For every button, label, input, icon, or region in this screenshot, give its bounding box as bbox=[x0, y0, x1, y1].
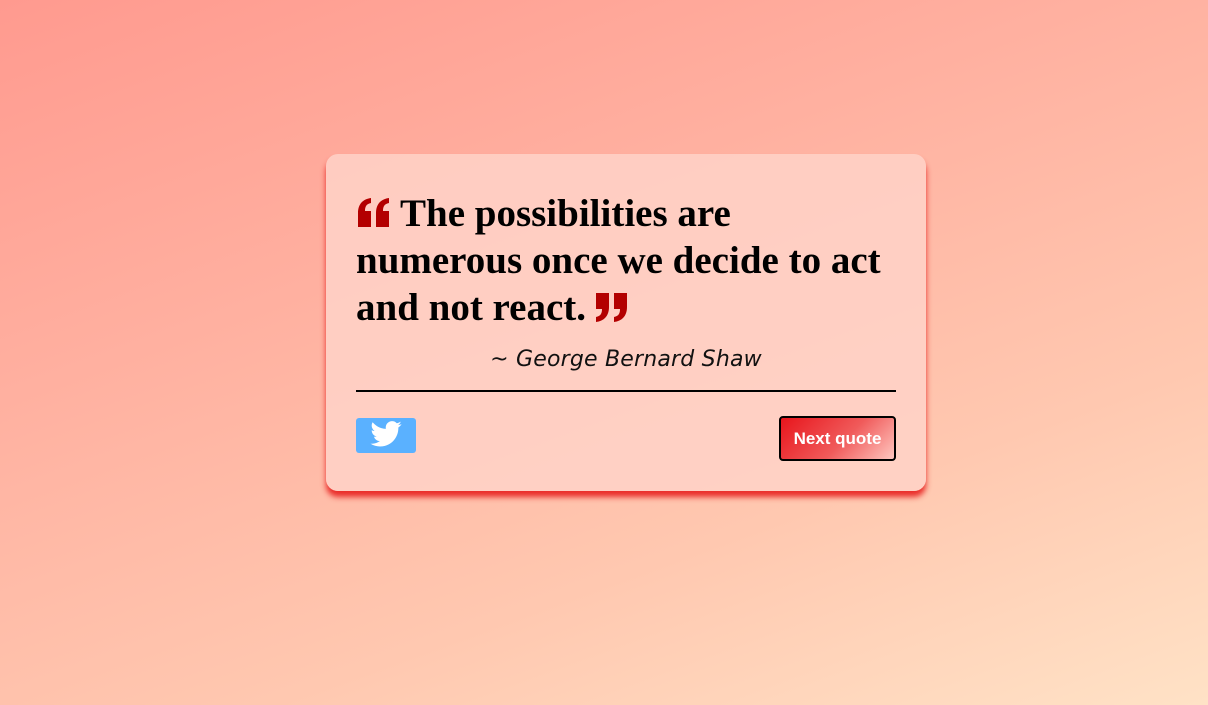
quote-block: The possibilities are numerous once we d… bbox=[356, 190, 901, 331]
quote-author: ~ George Bernard Shaw bbox=[490, 347, 762, 372]
tweet-button[interactable] bbox=[356, 418, 416, 453]
divider bbox=[356, 390, 896, 392]
quote-card: The possibilities are numerous once we d… bbox=[326, 154, 926, 491]
quote-right-icon bbox=[594, 291, 630, 323]
next-quote-button[interactable]: Next quote bbox=[779, 416, 896, 461]
quote-left-icon bbox=[356, 197, 392, 229]
twitter-icon bbox=[370, 420, 402, 451]
